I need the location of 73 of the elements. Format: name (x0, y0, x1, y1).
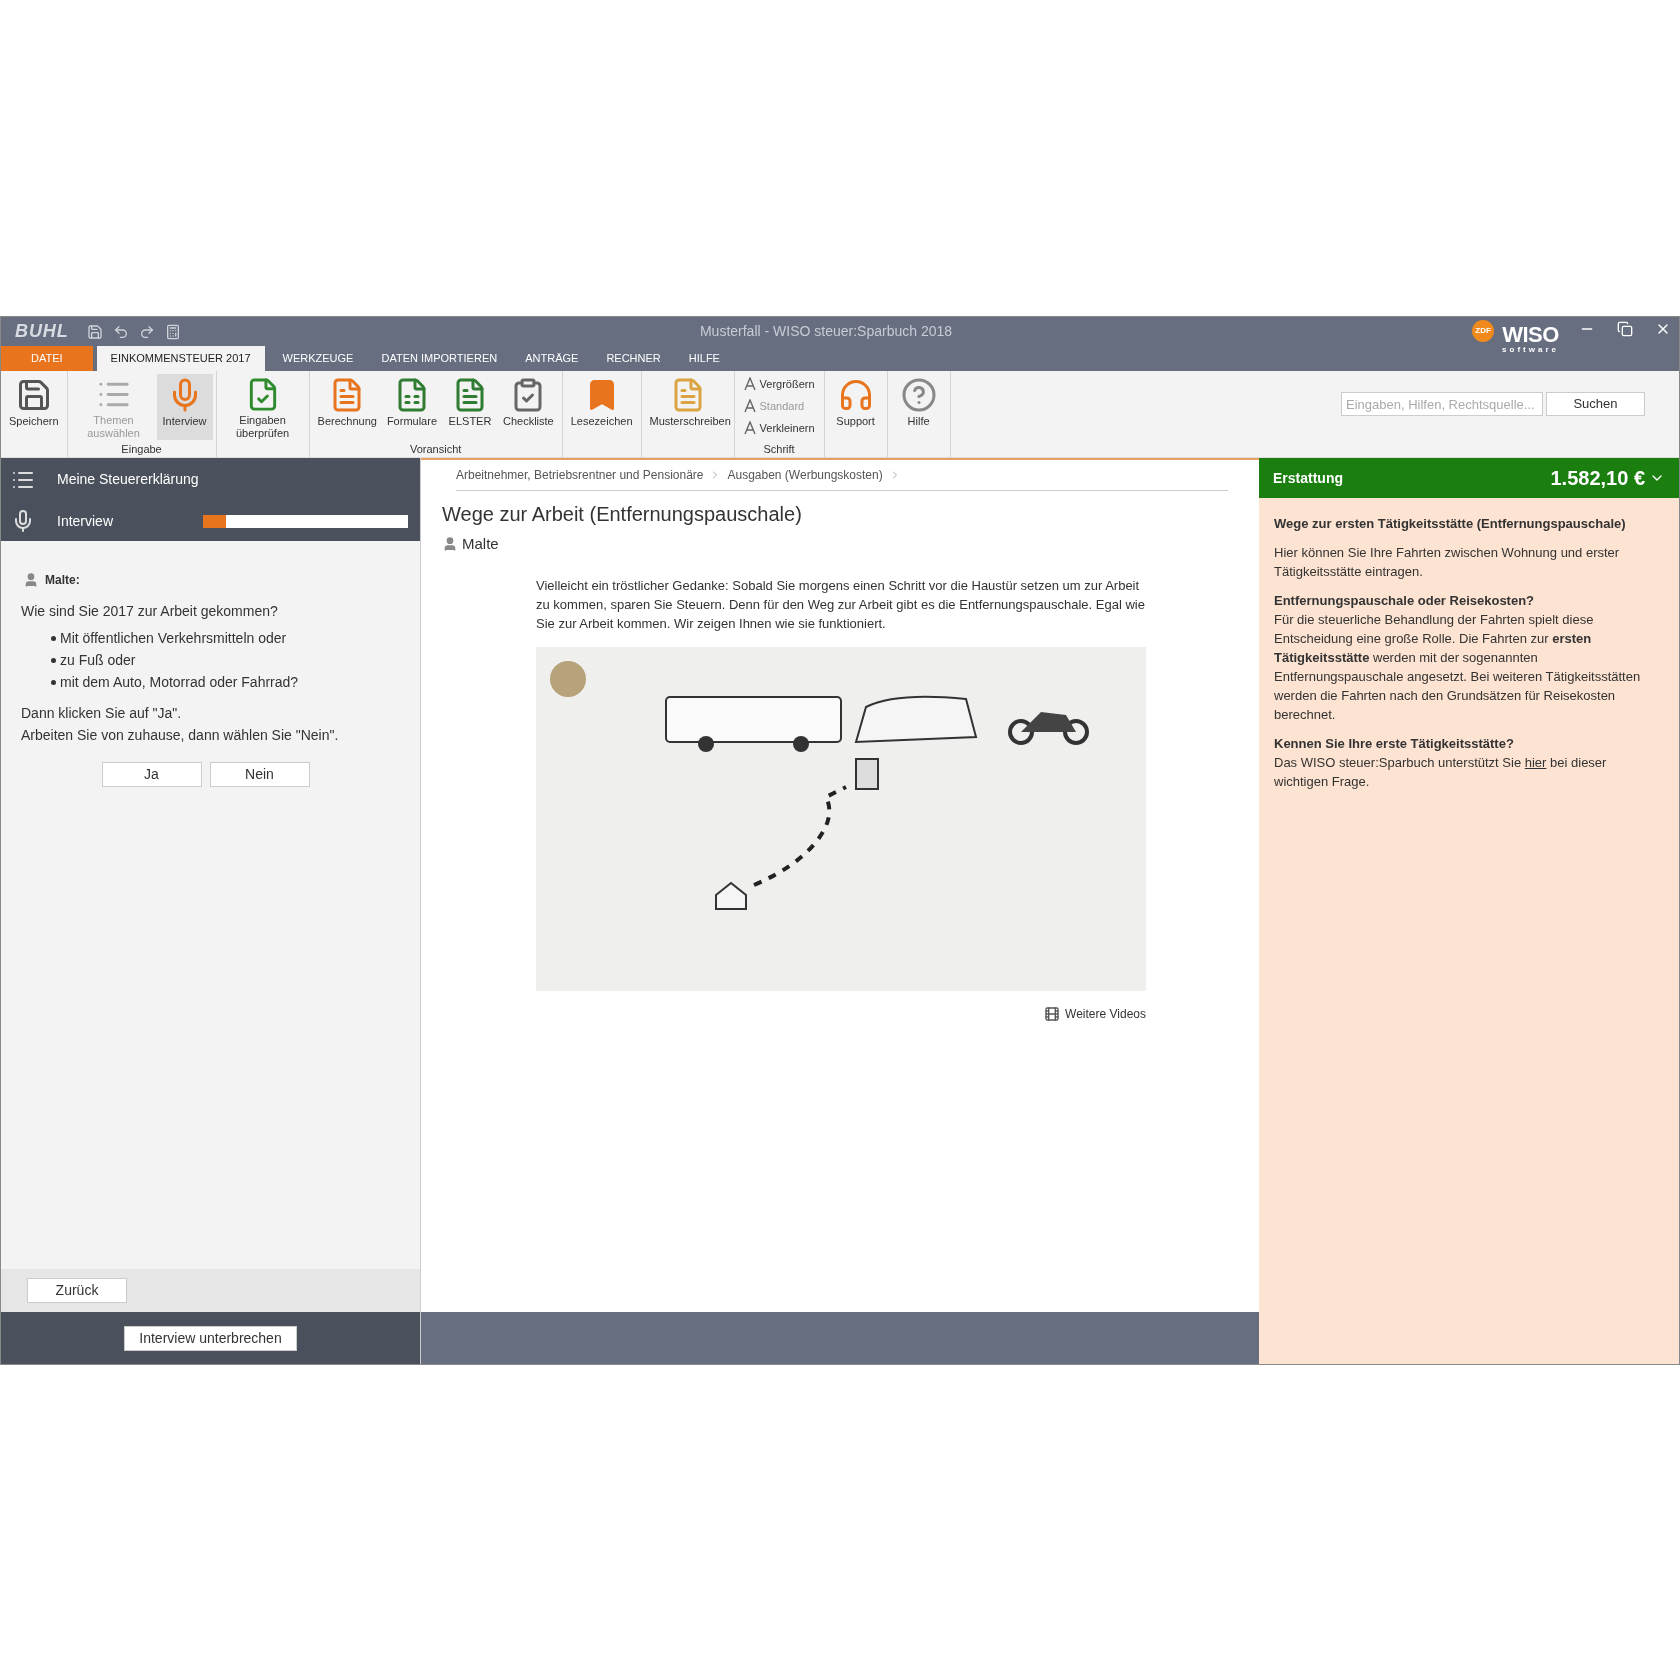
intro-text: Vielleicht ein tröstlicher Gedanke: Sobald Sie morgens einen Schritt vor die Haustür setzen um zur Arbeit zu kommen, sparen Sie Steuern. Denn für den Weg zur Arbeit gibt es die Entfernungspauschale. Egal wie Sie zur Arbeit kommen. Wir zeigen Ihnen wie sie funktioniert. (536, 576, 1146, 633)
help-link[interactable]: hier (1524, 755, 1547, 770)
search-field[interactable]: Eingaben, Hilfen, Rechtsquelle... (1341, 392, 1543, 416)
pause-interview-button[interactable]: Interview unterbrechen (124, 1325, 297, 1351)
help-text: Für die steuerliche Behandlung der Fahrten spielt diese Entscheidung eine große Rolle. Die Fahrten zur ersten Tätigkeitsstätte werden mit der sogenannten Entfernungspauschale angesetzt. Bei weiteren Tätigkeitsstätten werden die Fahrten nach den Grundsätzen für Reisekosten berechnet. (1274, 611, 1642, 724)
font-size-icon (743, 421, 756, 435)
bullet-icon (51, 636, 56, 641)
logo-subtitle: software (1502, 345, 1559, 354)
breadcrumb-link[interactable]: Ausgaben (Werbungskosten) (727, 466, 883, 484)
group-label: Voransicht (408, 442, 463, 457)
menu-tab[interactable]: EINKOMMENSTEUER 2017 (96, 346, 265, 371)
hint-text: Dann klicken Sie auf "Ja". (21, 704, 183, 723)
hint-text: Arbeiten Sie von zuhause, dann wählen Sie "Nein". (21, 726, 340, 745)
menu-tab[interactable]: RECHNER (592, 346, 675, 371)
breadcrumb-link[interactable]: Arbeitnehmer, Betriebsrentner und Pensionäre (456, 466, 704, 484)
window-title: Musterfall - WISO steuer:Sparbuch 2018 (698, 322, 954, 341)
ribbon-button[interactable]: Eingaben überprüfen (219, 374, 306, 440)
help-title: Wege zur ersten Tätigkeitsstätte (Entfernungspauschale) (1274, 515, 1627, 533)
undo-icon[interactable] (112, 323, 129, 340)
badge-logo: ZDF (1472, 320, 1495, 342)
ribbon-button[interactable]: Hilfe (890, 374, 947, 440)
help-heading: Kennen Sie Ihre erste Tätigkeitsstätte? (1274, 735, 1515, 753)
bullet-icon (51, 680, 56, 685)
ribbon-button[interactable]: Berechnung (312, 374, 382, 440)
font-size-button[interactable]: Verkleinern (743, 418, 815, 438)
ribbon-button[interactable]: Musterschreiben (644, 374, 731, 440)
refund-label: Erstattung (1273, 468, 1343, 488)
menu-tab[interactable]: HILFE (674, 346, 734, 371)
group-label: Schrift (762, 442, 796, 457)
nav-label[interactable]: Interview (57, 510, 181, 532)
speaker-name: Malte: (45, 572, 80, 589)
bullet-text: Mit öffentlichen Verkehrsmitteln oder (60, 629, 287, 648)
ribbon-button[interactable]: Formulare (381, 374, 442, 440)
redo-icon[interactable] (138, 323, 155, 340)
help-heading: Entfernungspauschale oder Reisekosten? (1274, 592, 1536, 610)
refund-header[interactable]: Erstattung 1.582,10 € (1259, 458, 1679, 498)
bullet-text: zu Fuß oder (60, 651, 136, 670)
search-button[interactable]: Suchen (1546, 392, 1645, 416)
calculator-icon[interactable] (164, 323, 181, 340)
save-icon[interactable] (86, 323, 103, 340)
nav-item[interactable]: Meine Steuererklärung (1, 458, 420, 501)
ribbon-button[interactable]: Support (827, 374, 884, 440)
font-size-button[interactable]: Vergrößern (743, 374, 815, 394)
font-size-icon (743, 377, 756, 391)
answer-button[interactable]: Nein (209, 762, 310, 787)
menu-tab[interactable]: WERKZEUGE (268, 346, 368, 371)
person-icon (442, 536, 458, 553)
font-size-icon (743, 399, 756, 413)
ribbon-button[interactable]: Interview (156, 374, 213, 440)
ribbon-button[interactable]: Speichern (4, 374, 64, 440)
film-icon (1044, 1005, 1061, 1022)
help-icon (900, 377, 937, 413)
page-title: Wege zur Arbeit (Entfernungspauschale) (442, 502, 803, 527)
refund-amount: 1.582,10 € (1550, 466, 1645, 491)
menu-tab[interactable]: ANTRÄGE (511, 346, 593, 371)
bullet-icon (51, 658, 56, 663)
group-label: Eingabe (120, 442, 163, 457)
help-text: Hier können Sie Ihre Fahrten zwischen Wohnung und erster Tätigkeitsstätte eintragen. (1274, 544, 1621, 581)
restore-icon[interactable] (1617, 321, 1633, 337)
person-icon (23, 572, 39, 588)
question-text: Wie sind Sie 2017 zur Arbeit gekommen? (21, 602, 279, 621)
bullet-text: mit dem Auto, Motorrad oder Fahrrad? (60, 673, 299, 692)
brand-logo: BUHL (15, 320, 69, 343)
author-name: Malte (462, 534, 499, 554)
back-button[interactable]: Zurück (27, 1278, 127, 1303)
ribbon-button[interactable]: Lesezeichen (565, 374, 638, 440)
wiso-logo: WISO (1502, 323, 1559, 346)
help-text: Das WISO steuer:Sparbuch unterstützt Sie hier bei dieser wichtigen Frage. (1274, 754, 1608, 791)
ribbon-button[interactable]: ELSTER (442, 374, 498, 440)
ribbon-button[interactable]: Checkliste (498, 374, 559, 440)
menu-tab[interactable]: DATEN IMPORTIEREN (367, 346, 512, 371)
more-videos-link[interactable]: Weitere Videos (1044, 1004, 1146, 1023)
answer-button[interactable]: Ja (101, 762, 202, 787)
